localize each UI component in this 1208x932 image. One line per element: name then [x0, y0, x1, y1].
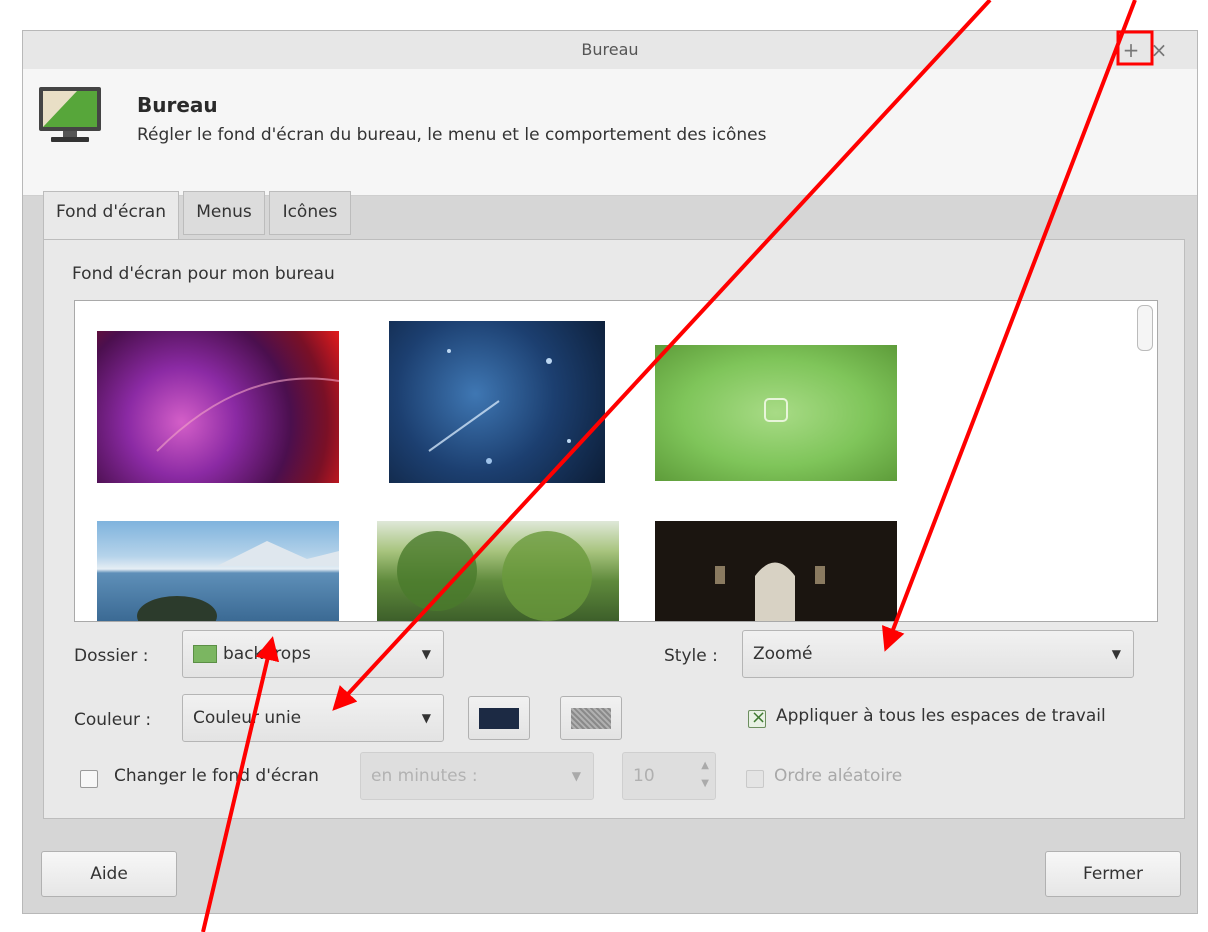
tab-menus[interactable]: Menus [183, 191, 265, 235]
style-label: Style : [664, 646, 718, 666]
color-label: Couleur : [74, 710, 152, 730]
settings-window: Bureau + × Bureau Régler le fond d'écran… [22, 30, 1198, 914]
change-wallpaper-checkbox[interactable] [80, 770, 98, 788]
style-value: Zoomé [753, 644, 813, 664]
close-button[interactable]: Fermer [1045, 851, 1181, 897]
wallpaper-section-label: Fond d'écran pour mon bureau [72, 264, 335, 284]
close-window-button[interactable]: × [1145, 37, 1173, 63]
secondary-color-swatch [571, 708, 611, 729]
chevron-down-icon: ▼ [421, 711, 431, 725]
header-subtitle: Régler le fond d'écran du bureau, le men… [137, 125, 767, 145]
help-button[interactable]: Aide [41, 851, 177, 897]
interval-unit-value: en minutes : [371, 766, 478, 786]
header-title: Bureau [137, 93, 218, 117]
chevron-down-icon: ▼ [1111, 647, 1121, 661]
folder-label: Dossier : [74, 646, 149, 666]
apply-all-label[interactable]: Appliquer à tous les espaces de travail [776, 706, 1106, 726]
apply-all-checkbox[interactable] [748, 707, 766, 728]
window-title: Bureau [581, 40, 639, 59]
wallpaper-thumbnail[interactable] [655, 345, 897, 481]
wallpaper-thumbnail[interactable] [97, 331, 339, 483]
desktop-monitor-icon [37, 85, 103, 145]
style-combo[interactable]: Zoomé ▼ [742, 630, 1134, 678]
tab-icons[interactable]: Icônes [269, 191, 351, 235]
interval-spinner[interactable]: 10 ▲ ▼ [622, 752, 716, 800]
folder-combo[interactable]: backdrops ▼ [182, 630, 444, 678]
change-wallpaper-label[interactable]: Changer le fond d'écran [114, 766, 319, 786]
spinner-arrows-icon: ▲ ▼ [701, 760, 709, 789]
color-mode-value: Couleur unie [193, 708, 302, 728]
dialog-header: Bureau Régler le fond d'écran du bureau,… [23, 69, 1197, 196]
wallpaper-thumbnail[interactable] [377, 521, 619, 621]
random-order-checkbox[interactable] [746, 770, 764, 788]
chevron-down-icon: ▼ [421, 647, 431, 661]
folder-icon [193, 645, 217, 663]
random-order-label[interactable]: Ordre aléatoire [774, 766, 902, 786]
color-mode-combo[interactable]: Couleur unie ▼ [182, 694, 444, 742]
tab-wallpaper[interactable]: Fond d'écran [43, 191, 179, 239]
secondary-color-button[interactable] [560, 696, 622, 740]
interval-value: 10 [633, 766, 655, 786]
wallpaper-panel: Fond d'écran pour mon bureau Dossier: b… [43, 239, 1185, 819]
maximize-button[interactable]: + [1117, 37, 1145, 63]
title-bar[interactable]: Bureau + × [23, 31, 1197, 70]
wallpaper-gallery[interactable] [74, 300, 1158, 622]
wallpaper-thumbnail[interactable] [97, 521, 339, 621]
gallery-scrollbar[interactable] [1137, 305, 1153, 351]
interval-unit-combo[interactable]: en minutes : ▼ [360, 752, 594, 800]
wallpaper-thumbnail[interactable] [389, 321, 605, 483]
primary-color-button[interactable] [468, 696, 530, 740]
primary-color-swatch [479, 708, 519, 729]
folder-value: backdrops [223, 644, 311, 664]
chevron-down-icon: ▼ [571, 769, 581, 783]
wallpaper-thumbnail[interactable] [655, 521, 897, 621]
